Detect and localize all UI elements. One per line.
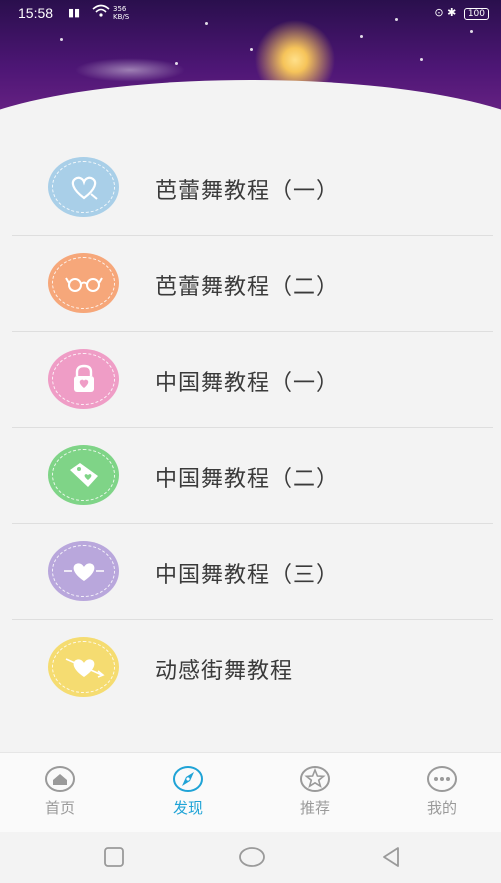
list-item[interactable]: 芭蕾舞教程（一）	[0, 140, 501, 236]
alarm-icon: ⊙	[434, 6, 444, 19]
system-navigation-bar	[0, 832, 501, 883]
wifi-icon	[92, 4, 110, 22]
list-item[interactable]: 动感街舞教程	[0, 620, 501, 716]
list-item[interactable]: 中国舞教程（一）	[0, 332, 501, 428]
more-icon	[427, 766, 457, 792]
status-time: 15:58	[18, 5, 54, 21]
status-right: ⊙ ✱ 100	[434, 6, 489, 20]
list-item-label: 中国舞教程（二）	[155, 467, 340, 492]
star-icon	[300, 766, 330, 792]
battery-icon: 100	[463, 8, 489, 20]
net-speed-unit: KB/S	[113, 13, 130, 21]
tutorial-list: 芭蕾舞教程（一） 芭蕾舞教程（二） 中国舞教程（一） 中国舞教程（二） 中国舞教…	[0, 140, 501, 716]
list-item-label: 芭蕾舞教程（二）	[155, 275, 340, 300]
signal-icon: ▮▮	[68, 6, 81, 19]
status-bar: 15:58 ▮▮ 356 KB/S ⊙ ✱ 100	[0, 0, 501, 28]
tab-home[interactable]: 首页	[30, 765, 90, 818]
list-item-label: 动感街舞教程	[155, 659, 294, 684]
net-speed: 356 KB/S	[113, 5, 129, 21]
tag-icon	[48, 445, 119, 505]
list-item[interactable]: 中国舞教程（三）	[0, 524, 501, 620]
net-speed-value: 356	[113, 5, 127, 13]
tab-recommend-label: 推荐	[299, 799, 330, 817]
home-circle-icon[interactable]	[238, 846, 266, 868]
recent-apps-icon[interactable]	[103, 846, 125, 868]
heart-arrow-icon	[48, 637, 119, 697]
list-item-label: 中国舞教程（一）	[155, 371, 340, 396]
list-item[interactable]: 中国舞教程（二）	[0, 428, 501, 524]
tab-recommend[interactable]: 推荐	[285, 765, 345, 818]
back-icon[interactable]	[380, 846, 402, 868]
lock-icon	[48, 349, 119, 409]
heart-icon	[48, 541, 119, 601]
tab-mine[interactable]: 我的	[412, 765, 472, 818]
tab-discover[interactable]: 发现	[158, 765, 218, 818]
list-item[interactable]: 芭蕾舞教程（二）	[0, 236, 501, 332]
tab-mine-label: 我的	[426, 799, 457, 817]
home-icon	[45, 766, 75, 792]
bottom-tab-bar: 首页 发现 推荐 我的	[0, 752, 501, 833]
compass-icon	[173, 766, 203, 792]
tab-home-label: 首页	[44, 799, 75, 817]
bluetooth-icon: ✱	[447, 6, 457, 19]
heart-outline-icon	[48, 157, 119, 217]
list-item-label: 芭蕾舞教程（一）	[155, 179, 340, 204]
glasses-icon	[48, 253, 119, 313]
tab-discover-label: 发现	[172, 799, 203, 817]
list-item-label: 中国舞教程（三）	[155, 563, 340, 588]
